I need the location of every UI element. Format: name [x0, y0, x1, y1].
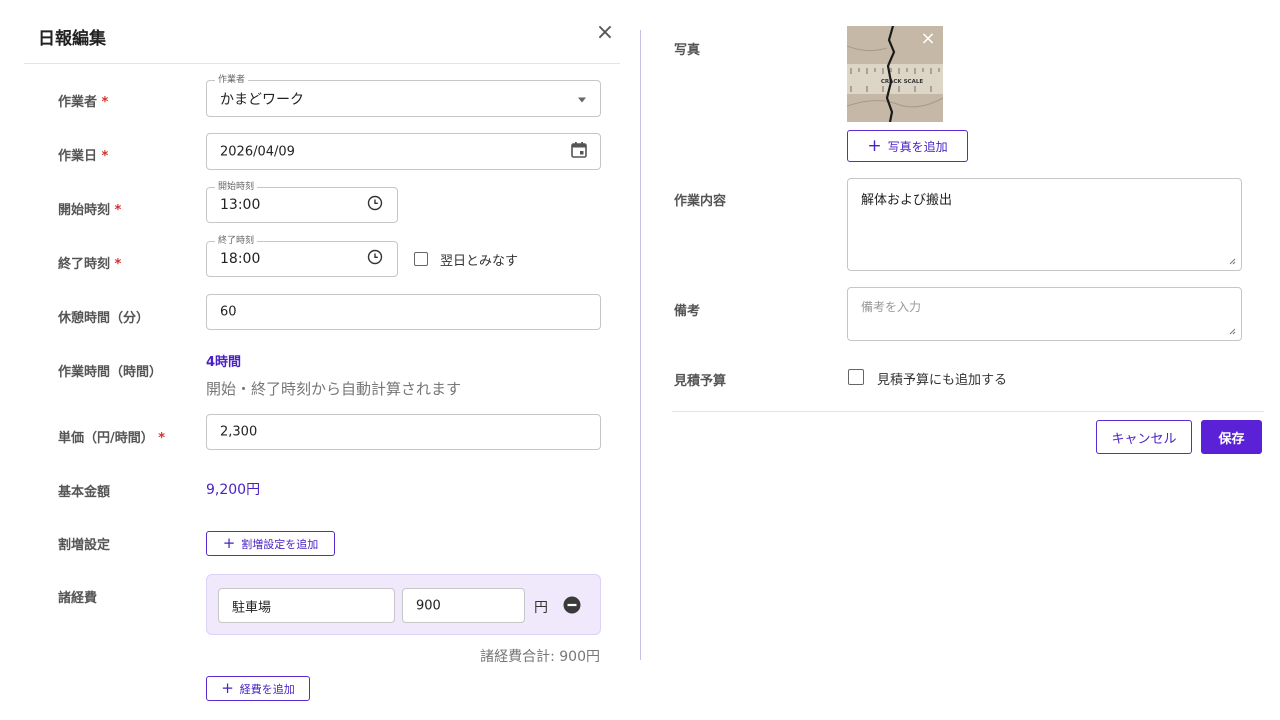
- resize-grip-icon[interactable]: [1229, 258, 1236, 265]
- calendar-icon[interactable]: [570, 141, 588, 163]
- clock-icon[interactable]: [367, 249, 383, 269]
- unit-price-label: 単価（円/時間） *: [58, 431, 166, 446]
- resize-grip-icon[interactable]: [1229, 328, 1236, 335]
- footer-divider: [672, 411, 1264, 412]
- notes-placeholder: 備考を入力: [861, 300, 922, 314]
- add-photo-button[interactable]: + 写真を追加: [847, 130, 968, 162]
- work-content-value: 解体および搬出: [861, 193, 953, 208]
- end-time-label: 終了時刻 *: [58, 257, 122, 272]
- work-content-label: 作業内容: [674, 194, 727, 209]
- expenses-label: 諸経費: [58, 591, 98, 606]
- worker-float-label: 作業者: [215, 74, 249, 86]
- estimate-label: 見積予算: [674, 374, 727, 389]
- work-content-textarea[interactable]: 解体および搬出: [847, 178, 1242, 271]
- work-hours-value: 4時間: [206, 355, 242, 370]
- expense-name-value: 駐車場: [232, 600, 272, 615]
- remove-photo-icon[interactable]: ×: [919, 30, 937, 48]
- clock-icon[interactable]: [367, 195, 383, 215]
- surcharge-label: 割増設定: [58, 538, 111, 553]
- next-day-checkbox[interactable]: [414, 252, 428, 266]
- start-time-float-label: 開始時刻: [215, 181, 258, 193]
- start-time-value: 13:00: [220, 197, 261, 213]
- plus-icon: +: [222, 534, 236, 552]
- required-mark: *: [101, 95, 109, 110]
- worker-value: かまどワーク: [220, 91, 304, 108]
- end-time-input[interactable]: 終了時刻 18:00: [206, 235, 398, 277]
- work-date-input[interactable]: 2026/04/09: [206, 133, 601, 170]
- end-time-value: 18:00: [220, 251, 261, 267]
- work-date-value: 2026/04/09: [220, 144, 295, 159]
- photo-label: 写真: [674, 43, 701, 58]
- photo-thumbnail[interactable]: CRACK SCALE ×: [847, 26, 943, 122]
- expenses-total: 諸経費合計: 900円: [480, 649, 600, 665]
- base-amount-value: 9,200円: [206, 482, 261, 498]
- close-icon[interactable]: ×: [594, 22, 616, 44]
- start-time-input[interactable]: 開始時刻 13:00: [206, 181, 398, 223]
- notes-textarea[interactable]: 備考を入力: [847, 287, 1242, 341]
- next-day-label: 翌日とみなす: [440, 254, 519, 269]
- expense-row: 駐車場 900 円: [206, 574, 601, 635]
- cancel-button[interactable]: キャンセル: [1096, 420, 1192, 454]
- work-hours-label: 作業時間（時間）: [58, 365, 163, 380]
- estimate-checkbox[interactable]: [848, 369, 864, 385]
- add-expense-button[interactable]: + 経費を追加: [206, 676, 310, 701]
- plus-icon: +: [867, 135, 882, 156]
- work-date-label: 作業日 *: [58, 149, 109, 164]
- chevron-down-icon: [578, 97, 586, 102]
- estimate-checkbox-label: 見積予算にも追加する: [877, 373, 1008, 388]
- end-time-float-label: 終了時刻: [215, 235, 258, 247]
- expense-amount-input[interactable]: 900: [402, 588, 525, 623]
- start-time-label: 開始時刻 *: [58, 203, 122, 218]
- column-divider: [640, 30, 641, 660]
- worker-label: 作業者 *: [58, 95, 109, 110]
- expense-unit: 円: [534, 600, 548, 616]
- dialog-title: 日報編集: [38, 29, 106, 49]
- header-divider: [24, 63, 620, 64]
- break-minutes-value: 60: [220, 304, 237, 320]
- unit-price-value: 2,300: [220, 424, 258, 440]
- worker-select[interactable]: 作業者 かまどワーク: [206, 74, 601, 117]
- expense-name-input[interactable]: 駐車場: [218, 588, 395, 623]
- save-button[interactable]: 保存: [1201, 420, 1262, 454]
- break-label: 休憩時間（分）: [58, 311, 150, 326]
- photo-scale-text: CRACK SCALE: [881, 79, 924, 85]
- remove-circle-icon[interactable]: [563, 596, 581, 618]
- base-amount-label: 基本金額: [58, 485, 111, 500]
- break-minutes-input[interactable]: 60: [206, 294, 601, 330]
- unit-price-input[interactable]: 2,300: [206, 414, 601, 450]
- notes-label: 備考: [674, 304, 701, 319]
- plus-icon: +: [221, 679, 234, 697]
- expense-amount-value: 900: [416, 598, 441, 613]
- add-surcharge-button[interactable]: + 割増設定を追加: [206, 531, 335, 556]
- work-hours-hint: 開始・終了時刻から自動計算されます: [206, 380, 462, 398]
